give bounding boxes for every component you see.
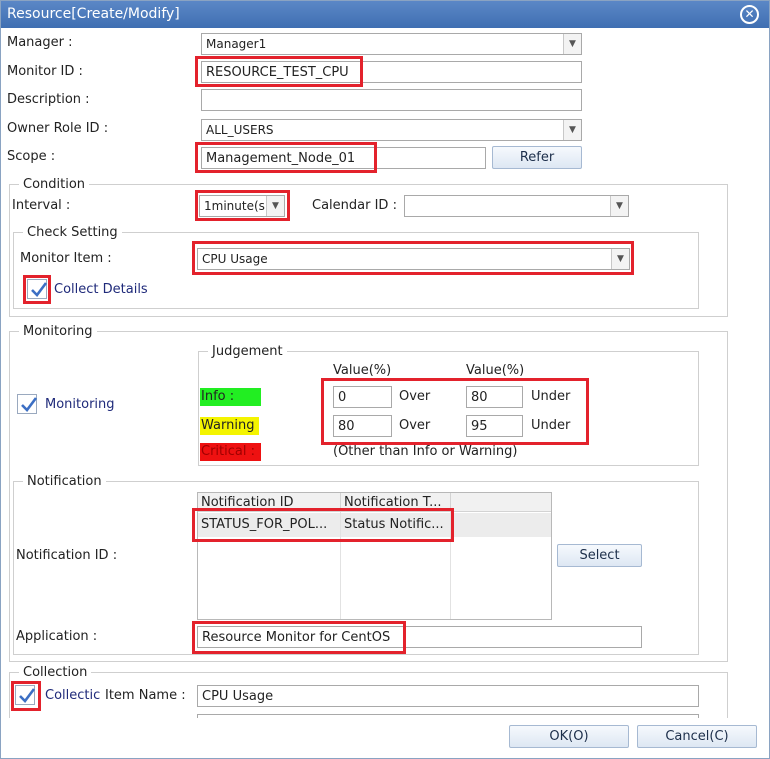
item-name-field[interactable] bbox=[197, 685, 699, 707]
manager-value: Manager1 bbox=[206, 37, 267, 51]
collection-label: Collectic bbox=[45, 688, 101, 703]
monitor-item-label: Monitor Item : bbox=[20, 251, 112, 266]
application-field[interactable] bbox=[197, 626, 642, 648]
table-cell-empty bbox=[451, 513, 551, 537]
table-cell-notification-type[interactable]: Status Notific... bbox=[341, 513, 451, 537]
checkmark-icon bbox=[19, 688, 36, 703]
scope-label: Scope : bbox=[7, 149, 56, 164]
refer-button[interactable]: Refer bbox=[492, 146, 582, 169]
chevron-down-icon: ▼ bbox=[610, 196, 628, 216]
checkmark-icon bbox=[31, 282, 48, 297]
chevron-down-icon: ▼ bbox=[563, 120, 581, 140]
warning-over-label: Over bbox=[399, 418, 431, 433]
info-upper-field[interactable] bbox=[466, 386, 523, 408]
owner-role-value: ALL_USERS bbox=[206, 123, 274, 137]
chevron-down-icon: ▼ bbox=[563, 34, 581, 54]
info-under-label: Under bbox=[531, 389, 571, 404]
select-button[interactable]: Select bbox=[557, 544, 642, 567]
warning-badge: Warning bbox=[200, 417, 259, 435]
notification-legend: Notification bbox=[23, 474, 106, 489]
collection-legend: Collection bbox=[19, 665, 92, 680]
info-badge: Info : bbox=[200, 388, 261, 406]
monitoring-legend: Monitoring bbox=[19, 324, 97, 339]
chevron-down-icon: ▼ bbox=[266, 196, 284, 216]
manager-select[interactable]: Manager1 ▼ bbox=[201, 33, 582, 55]
check-setting-group bbox=[13, 232, 699, 309]
monitor-item-select[interactable]: CPU Usage ▼ bbox=[197, 248, 630, 270]
info-over-label: Over bbox=[399, 389, 431, 404]
check-setting-legend: Check Setting bbox=[23, 225, 122, 240]
checkmark-icon bbox=[21, 397, 38, 412]
calendar-id-label: Calendar ID : bbox=[312, 198, 397, 213]
critical-note: (Other than Info or Warning) bbox=[333, 444, 518, 459]
window-title: Resource[Create/Modify] bbox=[7, 6, 180, 22]
notification-table[interactable]: Notification ID Notification T... STATUS… bbox=[197, 492, 552, 620]
judgement-legend: Judgement bbox=[208, 344, 287, 359]
table-cell-notification-id[interactable]: STATUS_FOR_POL... bbox=[198, 513, 341, 537]
condition-legend: Condition bbox=[19, 177, 90, 192]
warning-under-label: Under bbox=[531, 418, 571, 433]
column-header-notification-id[interactable]: Notification ID bbox=[198, 493, 341, 512]
description-field[interactable] bbox=[201, 89, 582, 111]
interval-select[interactable]: 1minute(s ▼ bbox=[199, 195, 285, 217]
column-divider bbox=[450, 512, 451, 619]
item-name-label: Item Name : bbox=[105, 688, 186, 703]
monitor-id-label: Monitor ID : bbox=[7, 64, 83, 79]
interval-value: 1minute(s bbox=[204, 199, 265, 213]
collection-checkbox[interactable] bbox=[15, 685, 36, 705]
warning-upper-field[interactable] bbox=[466, 415, 523, 437]
close-icon[interactable]: ✕ bbox=[740, 5, 759, 24]
cancel-button[interactable]: Cancel(C) bbox=[637, 725, 757, 748]
value-header-1: Value(%) bbox=[333, 363, 392, 378]
monitor-id-field[interactable] bbox=[201, 61, 582, 83]
interval-label: Interval : bbox=[12, 198, 71, 213]
warning-lower-field[interactable] bbox=[333, 415, 392, 437]
collect-details-label: Collect Details bbox=[54, 282, 148, 297]
value-header-2: Value(%) bbox=[466, 363, 525, 378]
resource-dialog: Resource[Create/Modify] ✕ Manager : Mana… bbox=[0, 0, 770, 759]
scope-field[interactable] bbox=[201, 147, 486, 169]
owner-role-select[interactable]: ALL_USERS ▼ bbox=[201, 119, 582, 141]
notification-id-label: Notification ID : bbox=[16, 548, 118, 563]
collect-details-checkbox[interactable] bbox=[27, 279, 48, 299]
monitoring-label: Monitoring bbox=[45, 397, 115, 412]
column-divider bbox=[340, 512, 341, 619]
description-label: Description : bbox=[7, 92, 90, 107]
title-bar: Resource[Create/Modify] bbox=[1, 1, 769, 28]
monitor-item-value: CPU Usage bbox=[202, 252, 268, 266]
application-label: Application : bbox=[16, 629, 98, 644]
critical-badge: Critical : bbox=[200, 443, 261, 461]
column-header-empty bbox=[451, 493, 551, 512]
monitoring-checkbox[interactable] bbox=[17, 394, 38, 414]
chevron-down-icon: ▼ bbox=[611, 249, 629, 269]
manager-label: Manager : bbox=[7, 35, 73, 50]
ok-button[interactable]: OK(O) bbox=[509, 725, 629, 748]
calendar-id-select[interactable]: ▼ bbox=[404, 195, 629, 217]
owner-role-label: Owner Role ID : bbox=[7, 121, 109, 136]
column-header-notification-type[interactable]: Notification T... bbox=[341, 493, 451, 512]
info-lower-field[interactable] bbox=[333, 386, 392, 408]
